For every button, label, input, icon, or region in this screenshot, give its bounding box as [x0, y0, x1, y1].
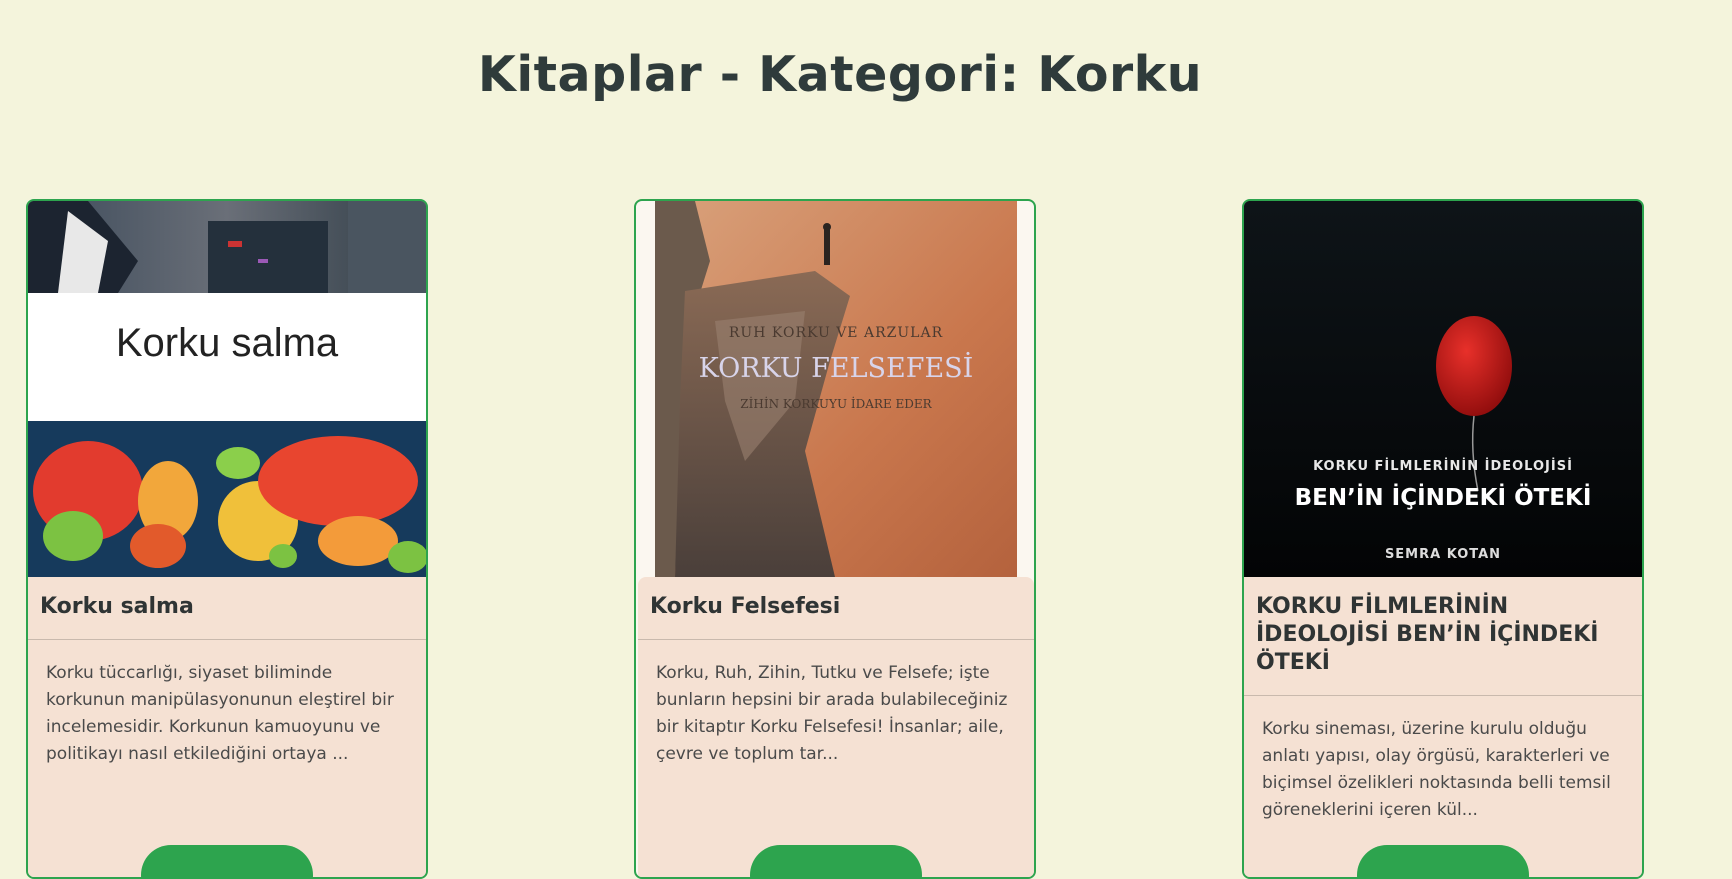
book-card: Korku salma Korku salma Korku tüccarlığı… [26, 199, 428, 879]
cover-title-text: KORKU FELSEFESİ [698, 353, 974, 384]
book-cover-image[interactable]: KORKU FİLMLERİNİN İDEOLOJİSİ BEN’İN İÇİN… [1244, 201, 1642, 577]
book-detail-button[interactable] [141, 845, 313, 877]
cover-subtitle-bottom: ZİHİN KORKUYU İDARE EDER [740, 397, 932, 411]
book-cover-image[interactable]: Korku salma [28, 201, 426, 577]
card-body: Korku Felsefesi Korku, Ruh, Zihin, Tutku… [638, 577, 1034, 877]
cover-author-text: SEMRA KOTAN [1384, 547, 1502, 562]
book-description: Korku sineması, üzerine kurulu olduğu an… [1262, 719, 1611, 820]
card-body: Korku salma Korku tüccarlığı, siyaset bi… [28, 577, 426, 877]
cover-subtitle-top: RUH KORKU VE ARZULAR [728, 325, 944, 341]
book-card: RUH KORKU VE ARZULAR KORKU FELSEFESİ ZİH… [634, 199, 1036, 879]
book-cover-image[interactable]: RUH KORKU VE ARZULAR KORKU FELSEFESİ ZİH… [655, 201, 1017, 577]
book-title[interactable]: Korku salma [28, 577, 426, 621]
card-body: KORKU FİLMLERİNİN İDEOLOJİSİ BEN’İN İÇİN… [1244, 577, 1642, 877]
cover-title-text: Korku salma [115, 321, 339, 365]
page-title: Kitaplar - Kategori: Korku [477, 46, 1203, 103]
book-card: KORKU FİLMLERİNİN İDEOLOJİSİ BEN’İN İÇİN… [1242, 199, 1644, 879]
book-title[interactable]: KORKU FİLMLERİNİN İDEOLOJİSİ BEN’İN İÇİN… [1244, 577, 1642, 677]
book-description: Korku, Ruh, Zihin, Tutku ve Felsefe; işt… [656, 663, 1008, 764]
cover-title-text: BEN’İN İÇİNDEKİ ÖTEKİ [1294, 485, 1592, 511]
book-detail-button[interactable] [1357, 845, 1529, 877]
book-title[interactable]: Korku Felsefesi [638, 577, 1034, 621]
cover-subtitle-top: KORKU FİLMLERİNİN İDEOLOJİSİ [1313, 459, 1573, 474]
book-description: Korku tüccarlığı, siyaset biliminde kork… [46, 663, 394, 764]
book-detail-button[interactable] [750, 845, 922, 877]
